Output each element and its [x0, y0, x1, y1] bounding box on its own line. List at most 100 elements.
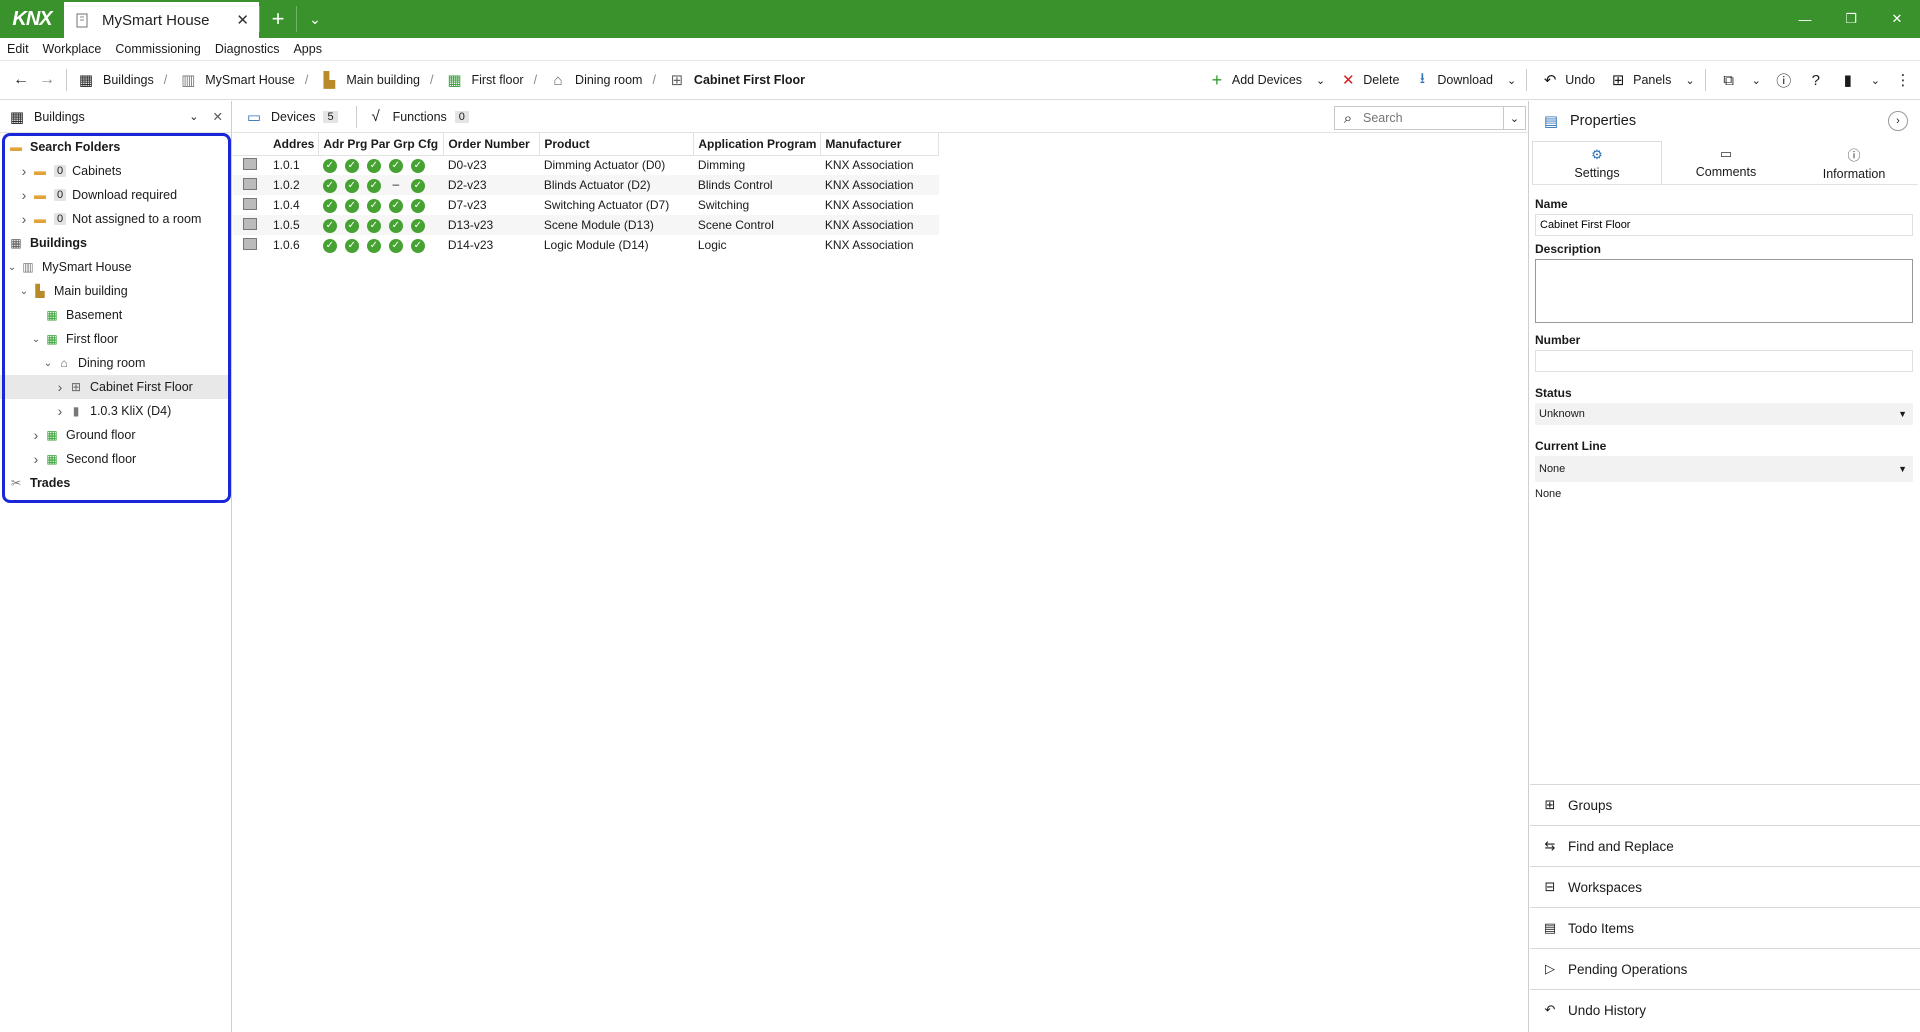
tab-list-chevron-icon[interactable]: ⌄	[297, 0, 333, 38]
download-button[interactable]: ⭳ Download ⌄	[1413, 68, 1516, 93]
breadcrumb-dining-room[interactable]: ⌂ Dining room	[549, 72, 643, 89]
pending-operations-panel[interactable]: ▷ Pending Operations	[1530, 948, 1920, 989]
chevron-down-icon[interactable]: ⌄	[6, 262, 18, 273]
tree-item[interactable]: ▬ Search Folders	[0, 135, 231, 159]
menu-workplace[interactable]: Workplace	[43, 42, 102, 56]
table-row[interactable]: 1.0.4 ✓ ✓ ✓ ✓ ✓ D7-v23 Switching Actuator (D7) S…	[233, 195, 939, 215]
breadcrumb-first-floor[interactable]: ▦ First floor	[445, 71, 523, 89]
column-header-application-program[interactable]: Application Program	[693, 133, 822, 156]
workspace-button[interactable]: ⧉ ⌄	[1720, 72, 1761, 89]
close-window-icon[interactable]: ✕	[1874, 0, 1920, 38]
left-panel-title[interactable]: Buildings	[34, 110, 189, 124]
breadcrumb-cabinet-first-floor[interactable]: ⊞ Cabinet First Floor	[668, 71, 805, 89]
tree-item[interactable]: › ▦ Second floor	[0, 447, 231, 471]
chevron-right-icon[interactable]: ›	[54, 403, 66, 419]
chevron-down-icon[interactable]: ⌄	[1503, 107, 1525, 129]
tree-item[interactable]: › ⊞ Cabinet First Floor	[0, 375, 231, 399]
chevron-down-icon[interactable]: ⌄	[18, 286, 30, 297]
tree-item[interactable]: ⌄ ⌂ Dining room	[0, 351, 231, 375]
chevron-down-icon[interactable]: ⌄	[1316, 74, 1325, 87]
tree-item[interactable]: ✂ Trades	[0, 471, 231, 495]
description-field[interactable]	[1535, 259, 1913, 323]
check-icon: ✓	[410, 219, 425, 233]
restore-icon[interactable]: ❐	[1828, 0, 1874, 38]
panels-button[interactable]: ⊞ Panels ⌄	[1609, 71, 1695, 89]
menu-apps[interactable]: Apps	[293, 42, 322, 56]
add-devices-button[interactable]: + Add Devices ⌄	[1208, 70, 1326, 91]
find-and-replace-panel[interactable]: ⇆ Find and Replace	[1530, 825, 1920, 866]
tree-item[interactable]: ⌄ ▙ Main building	[0, 279, 231, 303]
forward-arrow-icon[interactable]: →	[34, 71, 60, 89]
table-row[interactable]: 1.0.2 ✓ ✓ ✓ – ✓ D2-v23 Blinds Actuator (D2) Blin…	[233, 175, 939, 195]
order-number-cell: D14-v23	[447, 238, 494, 252]
breadcrumb-buildings[interactable]: ▦ Buildings	[77, 71, 154, 89]
table-row[interactable]: 1.0.6 ✓ ✓ ✓ ✓ ✓ D14-v23 Logic Module (D14) Logic…	[233, 235, 939, 255]
menu-commissioning[interactable]: Commissioning	[115, 42, 200, 56]
chevron-right-icon[interactable]: ›	[18, 187, 30, 203]
minimize-icon[interactable]: —	[1782, 0, 1828, 38]
info-button[interactable]: ⓘ	[1775, 70, 1793, 91]
tree-item[interactable]: › ▦ Ground floor	[0, 423, 231, 447]
column-header-status[interactable]: Adr Prg Par Grp Cfg	[318, 133, 445, 156]
chevron-right-icon[interactable]: ›	[30, 451, 42, 467]
building-icon: ▙	[323, 72, 336, 89]
devices-table-body: 1.0.1 ✓ ✓ ✓ ✓ ✓ D0-v23 Dimming Actuator (D0) Dim…	[233, 155, 939, 255]
chevron-down-icon[interactable]: ⌄	[30, 334, 42, 345]
chevron-down-icon[interactable]: ⌄	[1752, 74, 1761, 87]
close-tab-icon[interactable]: ✕	[236, 11, 249, 29]
chevron-right-icon[interactable]: ›	[18, 211, 30, 227]
tab-comments[interactable]: ▭ Comments	[1662, 141, 1790, 184]
new-tab-button[interactable]: +	[260, 0, 296, 38]
chevron-down-icon[interactable]: ⌄	[1871, 74, 1880, 87]
menu-bar: Edit Workplace Commissioning Diagnostics…	[0, 38, 1920, 60]
chevron-down-icon[interactable]: ⌄	[1507, 74, 1516, 87]
breadcrumb-mysmart-house[interactable]: ▥ MySmart House	[179, 71, 295, 89]
tree-item[interactable]: ⌄ ▥ MySmart House	[0, 255, 231, 279]
chevron-right-icon[interactable]: ›	[30, 427, 42, 443]
current-line-select[interactable]: None ▼	[1535, 456, 1913, 482]
collapse-panel-icon[interactable]: ›	[1888, 111, 1908, 131]
table-row[interactable]: 1.0.5 ✓ ✓ ✓ ✓ ✓ D13-v23 Scene Module (D13) Scene…	[233, 215, 939, 235]
menu-edit[interactable]: Edit	[7, 42, 29, 56]
close-panel-icon[interactable]: ✕	[213, 109, 223, 124]
tab-information[interactable]: ⓘ Information	[1790, 141, 1918, 184]
todo-icon: ▤	[1543, 920, 1557, 935]
chevron-down-icon[interactable]: ⌄	[42, 358, 54, 369]
chevron-down-icon[interactable]: ⌄	[1685, 74, 1694, 87]
chevron-right-icon[interactable]: ›	[18, 163, 30, 179]
table-row[interactable]: 1.0.1 ✓ ✓ ✓ ✓ ✓ D0-v23 Dimming Actuator (D0) Dim…	[233, 155, 939, 175]
tree-item[interactable]: ▦ Basement	[0, 303, 231, 327]
tree-item[interactable]: › ▬ 0 Cabinets	[0, 159, 231, 183]
document-tab[interactable]: MySmart House ✕	[64, 2, 259, 38]
column-header-address[interactable]: Addres	[269, 133, 320, 156]
help-button[interactable]: ?	[1807, 72, 1825, 89]
chevron-right-icon[interactable]: ›	[54, 379, 66, 395]
todo-items-panel[interactable]: ▤ Todo Items	[1530, 907, 1920, 948]
chevron-down-icon[interactable]: ⌄	[189, 110, 198, 123]
delete-button[interactable]: ✕ Delete	[1339, 71, 1399, 89]
status-select[interactable]: Unknown ▼	[1535, 403, 1913, 425]
menu-diagnostics[interactable]: Diagnostics	[215, 42, 280, 56]
tab-functions[interactable]: √ Functions 0	[367, 108, 469, 125]
tree-item[interactable]: ⌄ ▦ First floor	[0, 327, 231, 351]
more-options-icon[interactable]: ⋮	[1894, 71, 1912, 89]
undo-history-panel[interactable]: ↶ Undo History	[1530, 989, 1920, 1030]
back-arrow-icon[interactable]: ←	[8, 71, 34, 89]
search-input[interactable]	[1357, 111, 1503, 125]
column-header-order-number[interactable]: Order Number	[443, 133, 541, 156]
name-field[interactable]	[1535, 214, 1913, 236]
workspaces-panel[interactable]: ⊟ Workspaces	[1530, 866, 1920, 907]
column-header-product[interactable]: Product	[539, 133, 695, 156]
tab-devices[interactable]: ▭ Devices 5	[245, 108, 338, 126]
tab-settings[interactable]: ⚙ Settings	[1532, 141, 1662, 184]
tree-item[interactable]: › ▬ 0 Not assigned to a room	[0, 207, 231, 231]
bus-interface-button[interactable]: ▮ ⌄	[1839, 71, 1880, 89]
groups-panel[interactable]: ⊞ Groups	[1530, 784, 1920, 825]
undo-button[interactable]: ↶ Undo	[1541, 71, 1595, 89]
breadcrumb-main-building[interactable]: ▙ Main building	[320, 71, 420, 89]
number-field[interactable]	[1535, 350, 1913, 372]
tree-item[interactable]: › ▬ 0 Download required	[0, 183, 231, 207]
column-header-manufacturer[interactable]: Manufacturer	[820, 133, 940, 156]
tree-item[interactable]: › ▮ 1.0.3 KliX (D4)	[0, 399, 231, 423]
tree-item[interactable]: ▦ Buildings	[0, 231, 231, 255]
